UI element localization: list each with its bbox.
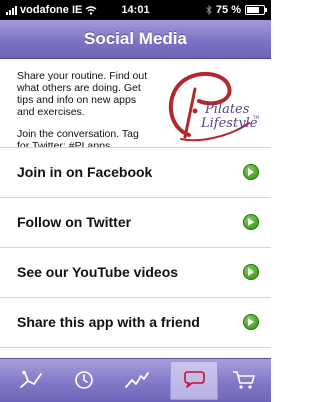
social-links-list: Join in on Facebook Follow on Twitter Se… xyxy=(0,147,271,348)
intro-paragraph-1: Share your routine. Find out what others… xyxy=(17,70,148,118)
battery-icon xyxy=(245,5,267,15)
tab-exercises[interactable] xyxy=(7,361,55,400)
share-app-row[interactable]: Share this app with a friend xyxy=(0,297,271,348)
intro-section: Share your routine. Find out what others… xyxy=(0,59,271,152)
row-label: Follow on Twitter xyxy=(17,214,132,230)
row-label: Join in on Facebook xyxy=(17,164,153,180)
tab-social-media[interactable] xyxy=(170,361,218,400)
green-arrow-icon[interactable] xyxy=(243,214,259,230)
green-arrow-icon[interactable] xyxy=(243,264,259,280)
pose-icon xyxy=(20,370,42,388)
bluetooth-icon xyxy=(206,5,212,15)
facebook-row[interactable]: Join in on Facebook xyxy=(0,147,271,197)
green-arrow-icon[interactable] xyxy=(243,164,259,180)
tab-timer[interactable] xyxy=(60,361,108,400)
battery-group: 75 % xyxy=(206,4,267,16)
clock-icon xyxy=(75,371,93,389)
row-label: Share this app with a friend xyxy=(17,314,200,330)
chart-line-icon xyxy=(125,372,149,388)
battery-percent: 75 % xyxy=(215,4,241,16)
twitter-row[interactable]: Follow on Twitter xyxy=(0,197,271,247)
tab-shop[interactable] xyxy=(220,361,268,400)
row-label: See our YouTube videos xyxy=(17,264,179,280)
status-bar: vodafone IE 14:01 75 % xyxy=(0,0,271,20)
nav-bar: Social Media xyxy=(0,20,271,59)
logo-trademark: TM xyxy=(252,115,259,120)
green-arrow-icon[interactable] xyxy=(243,314,259,330)
pilates-lifestyle-logo: Pilates Lifestyle TM xyxy=(168,71,259,142)
logo-word-2: Lifestyle xyxy=(200,116,258,131)
tab-bar xyxy=(0,358,271,402)
cart-icon xyxy=(233,371,255,389)
youtube-row[interactable]: See our YouTube videos xyxy=(0,247,271,297)
speech-bubble-icon xyxy=(184,371,205,388)
logo-word-1: Pilates xyxy=(204,102,250,117)
page-title: Social Media xyxy=(84,29,187,48)
tab-progress[interactable] xyxy=(113,361,161,400)
